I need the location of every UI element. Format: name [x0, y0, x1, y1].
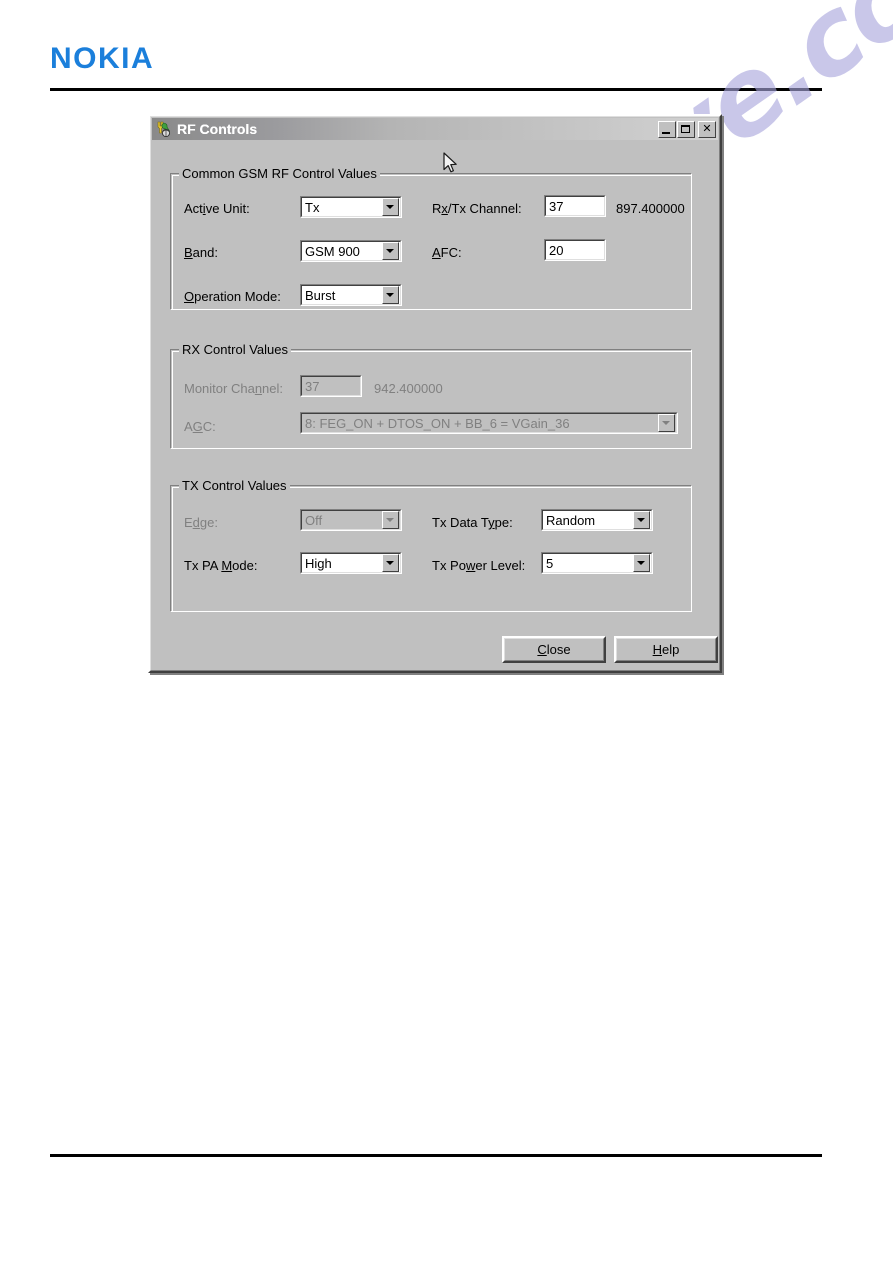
help-button-label: Help	[652, 642, 680, 657]
input-rx-tx-channel[interactable]: 37	[544, 195, 606, 217]
input-monitor-channel-value: 37	[305, 378, 320, 394]
maximize-button[interactable]	[677, 120, 695, 138]
document-page: NOKIA manualshive.com RF Controls ✕	[0, 0, 893, 1263]
label-agc: AGC:	[184, 419, 216, 434]
combo-operation-mode-value: Burst	[305, 287, 336, 303]
chevron-down-icon[interactable]	[382, 286, 399, 304]
footer-rule	[50, 1154, 822, 1157]
combo-active-unit[interactable]: Tx	[300, 196, 402, 218]
close-button[interactable]: ✕	[698, 120, 716, 138]
input-rx-tx-channel-value: 37	[549, 198, 564, 214]
combo-tx-power-level-value: 5	[546, 555, 554, 571]
rf-controls-dialog: RF Controls ✕ Common GSM RF Control Valu…	[148, 114, 722, 673]
input-monitor-channel: 37	[300, 375, 362, 397]
label-tx-data-type: Tx Data Type:	[432, 515, 513, 530]
label-rx-tx-channel: Rx/Tx Channel:	[432, 201, 522, 216]
chevron-down-icon[interactable]	[633, 511, 650, 529]
label-active-unit: Active Unit:	[184, 201, 250, 216]
readout-rx-tx-frequency: 897.400000	[616, 201, 685, 216]
combo-operation-mode[interactable]: Burst	[300, 284, 402, 306]
combo-edge: Off	[300, 509, 402, 531]
label-tx-pa-mode: Tx PA Mode:	[184, 558, 258, 573]
label-tx-power-level: Tx Power Level:	[432, 558, 526, 573]
input-afc-value: 20	[549, 242, 564, 258]
readout-monitor-frequency: 942.400000	[374, 381, 443, 396]
group-tx-control: TX Control Values	[170, 478, 692, 612]
combo-active-unit-value: Tx	[305, 199, 320, 215]
combo-tx-power-level[interactable]: 5	[541, 552, 653, 574]
label-afc: AFC:	[432, 245, 462, 260]
combo-tx-data-type-value: Random	[546, 512, 596, 528]
nokia-logo: NOKIA	[50, 42, 155, 75]
input-afc[interactable]: 20	[544, 239, 606, 261]
group-rx-control: RX Control Values	[170, 342, 692, 449]
window-buttons: ✕	[657, 120, 716, 138]
combo-edge-value: Off	[305, 512, 323, 528]
combo-agc-value: 8: FEG_ON + DTOS_ON + BB_6 = VGain_36	[305, 415, 570, 431]
label-edge: Edge:	[184, 515, 218, 530]
label-operation-mode: Operation Mode:	[184, 289, 281, 304]
group-common-gsm-title: Common GSM RF Control Values	[179, 166, 380, 181]
chevron-down-icon[interactable]	[382, 198, 399, 216]
chevron-down-icon[interactable]	[633, 554, 650, 572]
combo-tx-pa-mode-value: High	[305, 555, 332, 571]
chevron-down-icon	[382, 511, 399, 529]
combo-tx-data-type[interactable]: Random	[541, 509, 653, 531]
group-rx-control-title: RX Control Values	[179, 342, 291, 357]
dialog-client-area: Common GSM RF Control Values Active Unit…	[152, 141, 718, 669]
minimize-button[interactable]	[658, 120, 676, 138]
header-rule	[50, 88, 822, 91]
dialog-titlebar[interactable]: RF Controls ✕	[152, 118, 718, 140]
group-tx-control-title: TX Control Values	[179, 478, 290, 493]
combo-band-value: GSM 900	[305, 243, 360, 259]
close-dialog-button-label: Close	[537, 642, 571, 657]
help-button[interactable]: Help	[614, 636, 718, 663]
dialog-title: RF Controls	[177, 120, 258, 137]
close-dialog-button[interactable]: Close	[502, 636, 606, 663]
chevron-down-icon[interactable]	[382, 554, 399, 572]
label-monitor-channel: Monitor Channel:	[184, 381, 284, 396]
combo-band[interactable]: GSM 900	[300, 240, 402, 262]
label-band: Band:	[184, 245, 218, 260]
combo-agc: 8: FEG_ON + DTOS_ON + BB_6 = VGain_36	[300, 412, 678, 434]
chevron-down-icon	[658, 414, 675, 432]
rf-tool-icon	[155, 120, 173, 138]
chevron-down-icon[interactable]	[382, 242, 399, 260]
combo-tx-pa-mode[interactable]: High	[300, 552, 402, 574]
